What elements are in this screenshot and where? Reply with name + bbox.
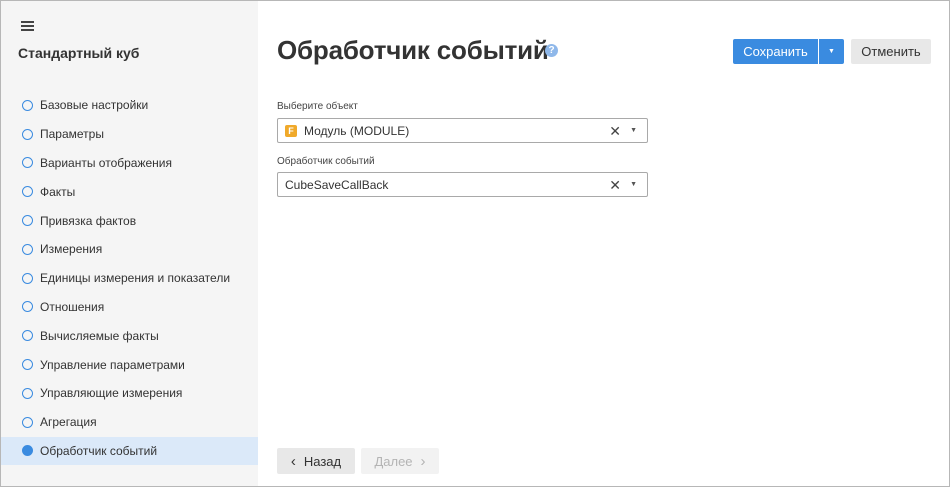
sidebar-item-label: Параметры <box>40 127 104 142</box>
chevron-right-icon: › <box>420 452 426 470</box>
handler-select[interactable]: CubeSaveCallBack ✕ ▼ <box>277 172 648 197</box>
back-button[interactable]: ‹ Назад <box>277 448 355 474</box>
clear-icon[interactable]: ✕ <box>609 123 621 140</box>
sidebar-item-label: Факты <box>40 184 76 199</box>
caret-down-icon[interactable]: ▼ <box>630 127 637 134</box>
step-circle-icon <box>22 128 33 140</box>
step-circle-icon <box>22 416 33 428</box>
sidebar-item-parameter-management[interactable]: Управление параметрами <box>1 350 258 379</box>
sidebar-item-label: Варианты отображения <box>40 155 173 170</box>
sidebar-item-label: Вычисляемые факты <box>40 328 159 343</box>
sidebar-item-label: Управляющие измерения <box>40 386 183 401</box>
step-circle-icon <box>22 99 33 111</box>
step-circle-icon <box>22 186 33 198</box>
sidebar-item-dimensions[interactable]: Измерения <box>1 235 258 264</box>
sidebar-item-units-indicators[interactable]: Единицы измерения и показатели <box>1 264 258 293</box>
sidebar-item-label: Отношения <box>40 299 105 314</box>
clear-icon[interactable]: ✕ <box>609 177 621 194</box>
sidebar-item-fact-binding[interactable]: Привязка фактов <box>1 206 258 235</box>
next-button: Далее › <box>361 448 439 474</box>
cancel-button[interactable]: Отменить <box>851 39 931 64</box>
back-button-label: Назад <box>303 453 342 469</box>
save-button[interactable]: Сохранить <box>733 39 818 64</box>
sidebar-item-event-handler[interactable]: Обработчик событий <box>1 436 258 466</box>
sidebar-item-label: Измерения <box>40 242 103 257</box>
caret-down-icon: ▼ <box>828 48 835 55</box>
sidebar-item-label: Базовые настройки <box>40 98 149 113</box>
sidebar-item-facts[interactable]: Факты <box>1 177 258 206</box>
object-field-label: Выберите объект <box>277 101 358 112</box>
sidebar-item-label: Привязка фактов <box>40 213 137 228</box>
object-select[interactable]: F Модуль (MODULE) ✕ ▼ <box>277 118 648 143</box>
sidebar-item-calculated-facts[interactable]: Вычисляемые факты <box>1 321 258 350</box>
sidebar-item-parameters[interactable]: Параметры <box>1 120 258 149</box>
sidebar-item-relations[interactable]: Отношения <box>1 293 258 322</box>
sidebar-item-label: Единицы измерения и показатели <box>40 271 231 286</box>
step-circle-icon <box>22 243 33 255</box>
wizard-steps: Базовые настройки Параметры Варианты ото… <box>1 91 258 466</box>
step-circle-icon <box>22 301 33 313</box>
step-circle-icon <box>22 215 33 227</box>
sidebar-item-label: Обработчик событий <box>40 443 158 458</box>
handler-field-label: Обработчик событий <box>277 156 375 167</box>
window: Стандартный куб Базовые настройки Параме… <box>0 0 950 487</box>
handler-select-value: CubeSaveCallBack <box>285 177 389 192</box>
next-button-label: Далее <box>374 453 413 469</box>
step-circle-icon <box>22 272 33 284</box>
sidebar-item-label: Агрегация <box>40 415 97 430</box>
chevron-left-icon: ‹ <box>290 452 296 470</box>
main-panel: Обработчик событий ? Сохранить ▼ Отменит… <box>258 1 949 486</box>
step-circle-filled-icon <box>22 445 33 457</box>
object-select-value: Модуль (MODULE) <box>304 123 410 138</box>
sidebar-item-basic-settings[interactable]: Базовые настройки <box>1 91 258 120</box>
sidebar-item-display-variants[interactable]: Варианты отображения <box>1 149 258 178</box>
module-icon: F <box>285 124 297 137</box>
sidebar: Стандартный куб Базовые настройки Параме… <box>1 1 258 486</box>
step-circle-icon <box>22 157 33 169</box>
sidebar-title: Стандартный куб <box>18 45 140 61</box>
sidebar-item-label: Управление параметрами <box>40 357 185 372</box>
page-title: Обработчик событий <box>277 35 549 65</box>
menu-icon[interactable] <box>21 21 35 32</box>
step-circle-icon <box>22 330 33 342</box>
step-circle-icon <box>22 359 33 371</box>
help-icon[interactable]: ? <box>545 44 558 57</box>
caret-down-icon[interactable]: ▼ <box>630 181 637 188</box>
save-options-button[interactable]: ▼ <box>819 39 844 64</box>
step-circle-icon <box>22 387 33 399</box>
sidebar-item-aggregation[interactable]: Агрегация <box>1 408 258 437</box>
sidebar-item-control-dimensions[interactable]: Управляющие измерения <box>1 379 258 408</box>
